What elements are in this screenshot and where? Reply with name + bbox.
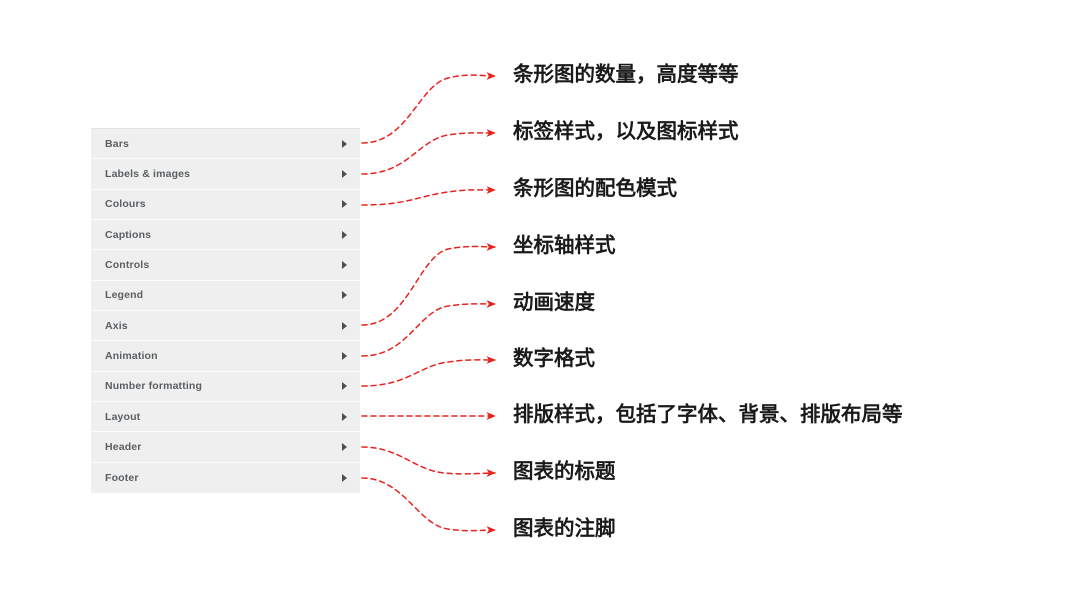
menu-item-label: Axis xyxy=(105,319,128,332)
chevron-right-icon xyxy=(342,321,347,330)
menu-item-footer[interactable]: Footer xyxy=(91,462,360,493)
menu-item-label: Labels & images xyxy=(105,167,191,180)
menu-item-label: Layout xyxy=(105,410,141,423)
annotation-animation: 动画速度 xyxy=(513,290,595,314)
menu-item-label: Captions xyxy=(105,228,152,241)
menu-item-header[interactable]: Header xyxy=(91,432,360,463)
annotation-bars: 条形图的数量，高度等等 xyxy=(513,62,739,86)
chevron-right-icon xyxy=(342,351,347,360)
chevron-right-icon xyxy=(342,260,347,269)
menu-item-label: Colours xyxy=(105,198,146,211)
menu-item-label: Animation xyxy=(105,349,158,362)
annotation-colours: 条形图的配色模式 xyxy=(513,176,677,200)
menu-item-label: Controls xyxy=(105,258,150,271)
chevron-right-icon xyxy=(342,291,347,300)
chevron-right-icon xyxy=(342,200,347,209)
menu-item-label: Footer xyxy=(105,471,139,484)
chevron-right-icon xyxy=(342,139,347,148)
menu-item-layout[interactable]: Layout xyxy=(91,401,360,433)
annotation-axis: 坐标轴样式 xyxy=(513,233,616,257)
connector-animation xyxy=(361,300,496,357)
menu-item-number-formatting[interactable]: Number formatting xyxy=(91,371,360,402)
annotation-layout: 排版样式，包括了字体、背景、排版布局等 xyxy=(513,402,903,426)
menu-item-colours[interactable]: Colours xyxy=(91,189,360,220)
connector-number-formatting xyxy=(361,356,496,387)
menu-item-label: Bars xyxy=(105,137,129,150)
annotation-footer: 图表的注脚 xyxy=(513,516,616,540)
menu-item-captions[interactable]: Captions xyxy=(91,219,360,251)
connector-bars xyxy=(361,72,496,144)
connector-colours xyxy=(361,186,496,206)
menu-item-bars[interactable]: Bars xyxy=(91,129,360,160)
diagram-canvas: Bars Labels & images Colours Captions Co… xyxy=(0,0,1080,608)
chart-settings-menu: Bars Labels & images Colours Captions Co… xyxy=(91,128,360,493)
menu-item-label: Number formatting xyxy=(105,380,203,393)
chevron-right-icon xyxy=(342,473,347,482)
chevron-right-icon xyxy=(342,382,347,391)
connector-header xyxy=(361,446,496,477)
menu-item-label: Legend xyxy=(105,289,144,302)
menu-item-animation[interactable]: Animation xyxy=(91,341,360,372)
chevron-right-icon xyxy=(342,230,347,239)
annotation-header: 图表的标题 xyxy=(513,459,616,483)
menu-item-label: Header xyxy=(105,440,142,453)
connector-footer xyxy=(361,477,496,534)
menu-item-labels-images[interactable]: Labels & images xyxy=(91,159,360,190)
menu-item-axis[interactable]: Axis xyxy=(91,310,360,342)
menu-item-controls[interactable]: Controls xyxy=(91,250,360,281)
connector-axis xyxy=(361,243,496,326)
annotation-number-formatting: 数字格式 xyxy=(513,346,595,370)
chevron-right-icon xyxy=(342,442,347,451)
menu-item-legend[interactable]: Legend xyxy=(91,280,360,311)
chevron-right-icon xyxy=(342,412,347,421)
chevron-right-icon xyxy=(342,169,347,178)
connector-labels-images xyxy=(361,129,496,175)
annotation-labels-images: 标签样式，以及图标样式 xyxy=(513,119,739,143)
